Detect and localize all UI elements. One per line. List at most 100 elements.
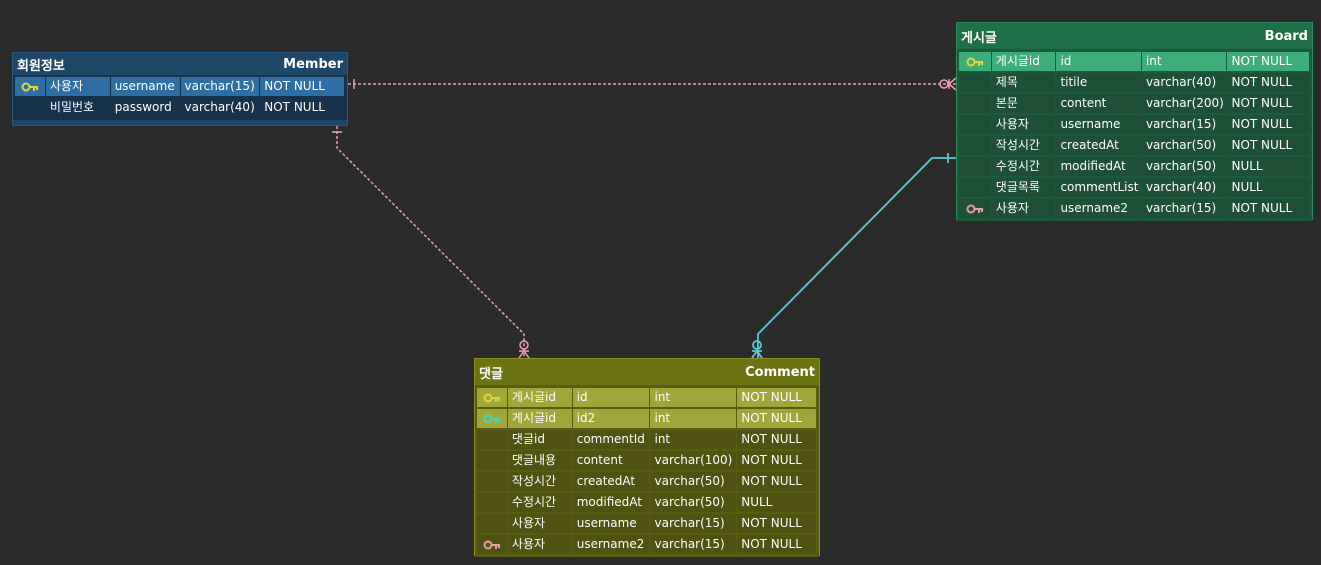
key-cell-empty	[959, 115, 991, 134]
table-row[interactable]: 비밀번호 password varchar(40) NOT NULL	[15, 97, 345, 118]
column-type: varchar(100)	[650, 451, 737, 470]
table-row[interactable]: 제목 titile varchar(40) NOT NULL	[959, 72, 1310, 93]
column-label: 작성시간	[507, 472, 572, 491]
table-row[interactable]: 게시글id id int NOT NULL	[959, 51, 1310, 72]
column-null: NOT NULL	[1227, 94, 1309, 113]
column-label: 댓글목록	[991, 178, 1056, 197]
key-cell-empty	[959, 136, 991, 155]
column-null: NOT NULL	[260, 77, 344, 96]
column-label: 댓글내용	[507, 451, 572, 470]
column-label: 게시글id	[507, 409, 572, 428]
column-label: 게시글id	[507, 388, 572, 407]
comment-table-header[interactable]: 댓글 Comment	[475, 359, 819, 385]
column-null: NOT NULL	[737, 451, 816, 470]
column-null: NOT NULL	[1227, 52, 1309, 71]
column-type: varchar(15)	[650, 514, 737, 533]
table-row[interactable]: 사용자 username varchar(15) NOT NULL	[477, 513, 817, 534]
table-row[interactable]: 댓글목록 commentList varchar(40) NULL	[959, 177, 1310, 198]
column-type: int	[650, 409, 737, 428]
key-cell-empty	[477, 451, 507, 470]
member-table-header[interactable]: 회원정보 Member	[13, 53, 347, 75]
relation-board-comment[interactable]	[751, 153, 956, 359]
column-type: varchar(40)	[1141, 178, 1227, 197]
relation-member-comment[interactable]	[332, 126, 530, 359]
table-row[interactable]: 작성시간 createdAt varchar(50) NOT NULL	[959, 135, 1310, 156]
teal-key-icon	[477, 409, 507, 428]
table-row[interactable]: 작성시간 createdAt varchar(50) NOT NULL	[477, 471, 817, 492]
table-row[interactable]: 댓글내용 content varchar(100) NOT NULL	[477, 450, 817, 471]
column-null: NOT NULL	[737, 409, 816, 428]
column-null: NOT NULL	[737, 514, 816, 533]
member-table-kor-title: 회원정보	[17, 58, 65, 74]
column-null: NULL	[737, 493, 816, 512]
column-label: 수정시간	[507, 493, 572, 512]
column-name: username	[572, 514, 650, 533]
column-label: 사용자	[45, 77, 110, 96]
column-name: content	[572, 451, 650, 470]
key-cell-empty	[477, 514, 507, 533]
member-table-body: 사용자 username varchar(15) NOT NULL 비밀번호 p…	[13, 75, 347, 120]
column-label: 사용자	[507, 514, 572, 533]
key-cell-empty	[477, 430, 507, 449]
key-cell-empty	[959, 178, 991, 197]
column-type: varchar(50)	[650, 493, 737, 512]
table-row[interactable]: 사용자 username varchar(15) NOT NULL	[959, 114, 1310, 135]
column-type: varchar(15)	[650, 535, 737, 554]
column-name: modifiedAt	[572, 493, 650, 512]
member-table[interactable]: 회원정보 Member 사용자 username varchar(15) NOT…	[12, 52, 348, 126]
board-table[interactable]: 게시글 Board 게시글id id int NOT NULL 제목 titile varc…	[956, 22, 1313, 221]
board-table-header[interactable]: 게시글 Board	[957, 23, 1312, 49]
gold-key-icon	[15, 77, 45, 96]
table-row[interactable]: 게시글id id2 int NOT NULL	[477, 408, 817, 429]
column-label: 사용자	[507, 535, 572, 554]
comment-table-kor-title: 댓글	[479, 366, 503, 382]
column-name: username2	[572, 535, 650, 554]
table-row[interactable]: 사용자 username2 varchar(15) NOT NULL	[959, 198, 1310, 219]
column-label: 비밀번호	[45, 98, 110, 117]
table-row[interactable]: 수정시간 modifiedAt varchar(50) NULL	[959, 156, 1310, 177]
pink-key-icon	[477, 535, 507, 554]
column-type: varchar(50)	[1141, 157, 1227, 176]
column-null: NOT NULL	[260, 98, 344, 117]
column-type: varchar(50)	[650, 472, 737, 491]
key-cell-empty	[15, 98, 45, 117]
column-label: 사용자	[991, 199, 1056, 218]
column-type: varchar(15)	[1141, 199, 1227, 218]
key-cell-empty	[959, 157, 991, 176]
board-table-kor-title: 게시글	[961, 30, 997, 46]
table-row[interactable]: 본문 content varchar(200) NOT NULL	[959, 93, 1310, 114]
column-null: NOT NULL	[737, 535, 816, 554]
table-row[interactable]: 사용자 username2 varchar(15) NOT NULL	[477, 534, 817, 555]
relation-member-board[interactable]	[348, 77, 957, 91]
table-row[interactable]: 게시글id id int NOT NULL	[477, 387, 817, 408]
column-null: NOT NULL	[1227, 199, 1309, 218]
table-row[interactable]: 사용자 username varchar(15) NOT NULL	[15, 76, 345, 97]
column-null: NOT NULL	[1227, 73, 1309, 92]
column-name: createdAt	[1056, 136, 1141, 155]
board-table-eng-title: Board	[1264, 28, 1308, 44]
column-label: 제목	[991, 73, 1056, 92]
column-name: id	[572, 388, 650, 407]
column-name: titile	[1056, 73, 1141, 92]
column-type: varchar(15)	[180, 77, 260, 96]
column-null: NOT NULL	[737, 472, 816, 491]
column-name: password	[110, 98, 180, 117]
column-type: varchar(200)	[1141, 94, 1227, 113]
column-null: NULL	[1227, 157, 1309, 176]
column-null: NOT NULL	[1227, 136, 1309, 155]
comment-table[interactable]: 댓글 Comment 게시글id id int NOT NULL 게시글id id2 int…	[474, 358, 820, 557]
comment-table-body: 게시글id id int NOT NULL 게시글id id2 int NOT NULL 댓글i…	[475, 385, 819, 557]
column-label: 수정시간	[991, 157, 1056, 176]
gold-key-icon	[959, 52, 991, 71]
column-type: int	[1141, 52, 1227, 71]
table-row[interactable]: 수정시간 modifiedAt varchar(50) NULL	[477, 492, 817, 513]
column-name: username	[110, 77, 180, 96]
key-cell-empty	[959, 94, 991, 113]
column-name: commentList	[1056, 178, 1141, 197]
column-null: NOT NULL	[737, 388, 816, 407]
comment-table-eng-title: Comment	[745, 364, 815, 380]
table-row[interactable]: 댓글id commentId int NOT NULL	[477, 429, 817, 450]
column-type: int	[650, 430, 737, 449]
column-label: 작성시간	[991, 136, 1056, 155]
column-type: varchar(50)	[1141, 136, 1227, 155]
